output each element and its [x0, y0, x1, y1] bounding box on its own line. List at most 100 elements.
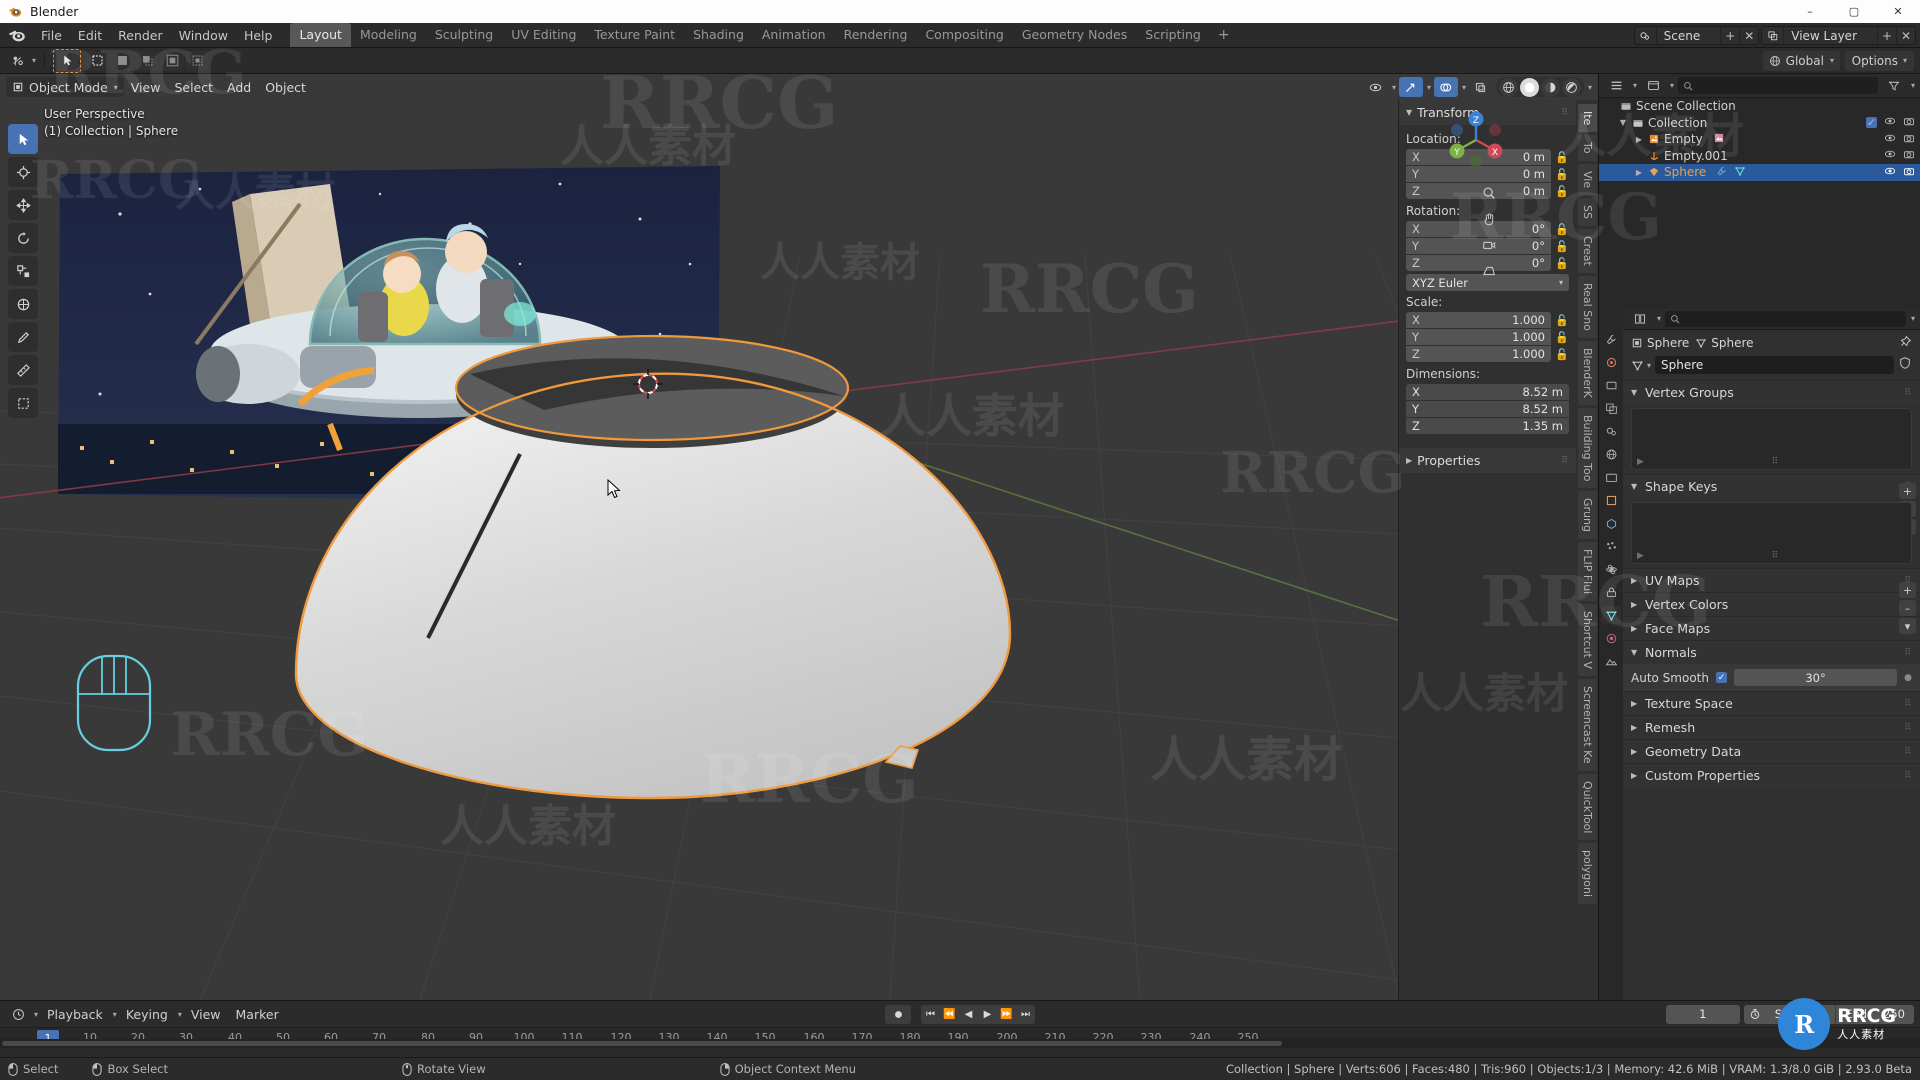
- play-reverse-button[interactable]: ◀: [959, 1005, 978, 1024]
- timeline-menu-playback[interactable]: Playback: [41, 1004, 109, 1025]
- sphere-camera-icon[interactable]: [1903, 165, 1915, 180]
- timeline-editor-type-icon[interactable]: [6, 1004, 30, 1024]
- select-new-icon[interactable]: [85, 51, 109, 71]
- menu-file[interactable]: File: [33, 25, 70, 46]
- viewport-menu-add[interactable]: Add: [220, 77, 258, 98]
- timeline-menu-marker[interactable]: Marker: [230, 1004, 285, 1025]
- empty-twisty[interactable]: ▶: [1633, 135, 1645, 144]
- empty-001-camera-icon[interactable]: [1903, 148, 1915, 163]
- breadcrumb-mesh-data[interactable]: Sphere: [1695, 336, 1753, 350]
- play-button[interactable]: ▶: [978, 1005, 997, 1024]
- select-intersect-icon[interactable]: [185, 51, 209, 71]
- rotation-y-lock-icon[interactable]: 🔓: [1555, 240, 1569, 253]
- sphere-mesh-data-icon[interactable]: [1734, 165, 1746, 180]
- new-view-layer-button[interactable]: +: [1877, 27, 1896, 44]
- panel-header-uv-maps[interactable]: ▶ UV Maps ⠿: [1623, 568, 1920, 592]
- properties-tab-collection[interactable]: [1601, 468, 1621, 486]
- properties-tab-constraints[interactable]: [1601, 583, 1621, 601]
- workspace-tab-rendering[interactable]: Rendering: [835, 23, 917, 47]
- tweak-tool-button[interactable]: [8, 124, 38, 154]
- rotation-z-lock-icon[interactable]: 🔓: [1555, 257, 1569, 270]
- pivot-dropdown-caret[interactable]: ▾: [32, 56, 36, 65]
- properties-options-caret[interactable]: ▾: [1911, 314, 1915, 323]
- outliner-editor-type-icon[interactable]: [1604, 76, 1628, 96]
- breadcrumb-object[interactable]: Sphere: [1631, 336, 1689, 350]
- location-x-lock-icon[interactable]: 🔓: [1555, 151, 1569, 164]
- timeline-type-caret[interactable]: ▾: [34, 1010, 38, 1019]
- shape-keys-list[interactable]: ▶ ⠿: [1631, 502, 1912, 564]
- properties-search-input[interactable]: [1665, 311, 1906, 327]
- rotate-tool-button[interactable]: [8, 223, 38, 253]
- pivot-point-icon[interactable]: [6, 51, 30, 71]
- outliner-display-mode-icon[interactable]: [1641, 76, 1665, 96]
- transform-orientation-selector[interactable]: Global ▾: [1763, 51, 1840, 71]
- outliner-filter-caret[interactable]: ▾: [1911, 81, 1915, 90]
- select-extend-icon[interactable]: [110, 51, 134, 71]
- shape-keys-add-button[interactable]: +: [1899, 582, 1916, 598]
- auto-keying-button[interactable]: [885, 1005, 911, 1024]
- playback-caret[interactable]: ▾: [113, 1010, 117, 1019]
- properties-tab-view-layer[interactable]: [1601, 399, 1621, 417]
- timeline-editor[interactable]: ▾ Playback ▾ Keying ▾ View Marker ⏮ ⏪ ◀ …: [0, 1000, 1920, 1057]
- current-frame-field[interactable]: 1: [1666, 1005, 1740, 1024]
- navigation-gizmo[interactable]: Z X Y: [1444, 108, 1508, 172]
- properties-tab-modifier[interactable]: [1601, 514, 1621, 532]
- panel-header-vertex-colors[interactable]: ▶ Vertex Colors ⠿: [1623, 592, 1920, 616]
- sidebar-tab-shortcut-v[interactable]: Shortcut V: [1578, 604, 1597, 676]
- object-mode-selector[interactable]: Object Mode ▾: [6, 77, 124, 97]
- properties-tab-world[interactable]: [1601, 445, 1621, 463]
- pin-icon[interactable]: [1899, 335, 1912, 351]
- scale-y-field[interactable]: Y 1.000: [1406, 329, 1551, 345]
- scale-z-lock-icon[interactable]: 🔓: [1555, 348, 1569, 361]
- view-layer-selector[interactable]: View Layer + ✕: [1761, 26, 1916, 45]
- sidebar-tab-screencast-keys[interactable]: Screencast Ke: [1578, 679, 1597, 771]
- workspace-tab-sculpting[interactable]: Sculpting: [426, 23, 502, 47]
- shape-keys-expand-triangle[interactable]: ▶: [1637, 551, 1644, 561]
- empty-001-eye-icon[interactable]: [1884, 148, 1896, 163]
- jump-to-end-button[interactable]: ⏭: [1016, 1005, 1035, 1024]
- dimensions-z-field[interactable]: Z 1.35 m: [1406, 418, 1569, 434]
- annotate-tool-button[interactable]: [8, 322, 38, 352]
- empty-image-data-icon[interactable]: [1713, 132, 1725, 147]
- preview-range-icon[interactable]: [1744, 1008, 1766, 1020]
- scale-y-lock-icon[interactable]: 🔓: [1555, 331, 1569, 344]
- shading-material-preview-icon[interactable]: [1541, 78, 1560, 97]
- shading-caret[interactable]: ▾: [1588, 83, 1592, 92]
- outliner-display-caret[interactable]: ▾: [1670, 81, 1674, 90]
- auto-smooth-checkbox[interactable]: ✓: [1716, 672, 1727, 683]
- add-workspace-button[interactable]: +: [1210, 27, 1238, 43]
- workspace-tab-layout[interactable]: Layout: [290, 23, 351, 47]
- properties-tab-material[interactable]: [1601, 629, 1621, 647]
- panel-header-normals[interactable]: ▼ Normals ⠿: [1623, 640, 1920, 664]
- outliner-row-collection[interactable]: ▼ Collection ✓: [1599, 115, 1920, 132]
- sidebar-tab-grungit[interactable]: Grung: [1578, 491, 1597, 539]
- zoom-icon[interactable]: [1478, 182, 1500, 204]
- outliner-editor[interactable]: ▾ ▾ ▾: [1598, 74, 1920, 308]
- timeline-scrollbar[interactable]: [0, 1039, 1920, 1048]
- jump-to-start-button[interactable]: ⏮: [921, 1005, 940, 1024]
- keying-caret[interactable]: ▾: [178, 1010, 182, 1019]
- gizmo-caret[interactable]: ▾: [1427, 83, 1431, 92]
- overlays-caret[interactable]: ▾: [1462, 83, 1466, 92]
- collection-checkbox[interactable]: ✓: [1866, 117, 1877, 128]
- properties-editor-type-icon[interactable]: [1628, 309, 1652, 329]
- dimensions-y-field[interactable]: Y 8.52 m: [1406, 401, 1569, 417]
- close-button[interactable]: ✕: [1876, 0, 1920, 23]
- scale-x-lock-icon[interactable]: 🔓: [1555, 314, 1569, 327]
- panel-header-geometry-data[interactable]: ▶ Geometry Data ⠿: [1623, 739, 1920, 763]
- visibility-caret[interactable]: ▾: [1392, 83, 1396, 92]
- cursor-tool-button[interactable]: [8, 157, 38, 187]
- location-y-lock-icon[interactable]: 🔓: [1555, 168, 1569, 181]
- sidebar-tab-creat[interactable]: Creat: [1578, 229, 1597, 273]
- dimensions-x-field[interactable]: X 8.52 m: [1406, 384, 1569, 400]
- gizmo-icon[interactable]: [1399, 77, 1423, 97]
- new-scene-button[interactable]: +: [1720, 27, 1739, 44]
- properties-tab-tool[interactable]: [1601, 330, 1621, 348]
- perspective-icon[interactable]: [1478, 260, 1500, 282]
- outliner-search-input[interactable]: [1678, 77, 1878, 94]
- add-cube-tool-button[interactable]: [8, 388, 38, 418]
- sidebar-tab-view[interactable]: Vie: [1578, 164, 1597, 195]
- workspace-tab-geometry-nodes[interactable]: Geometry Nodes: [1013, 23, 1136, 47]
- viewport-menu-object[interactable]: Object: [258, 77, 313, 98]
- shading-wireframe-icon[interactable]: [1499, 78, 1518, 97]
